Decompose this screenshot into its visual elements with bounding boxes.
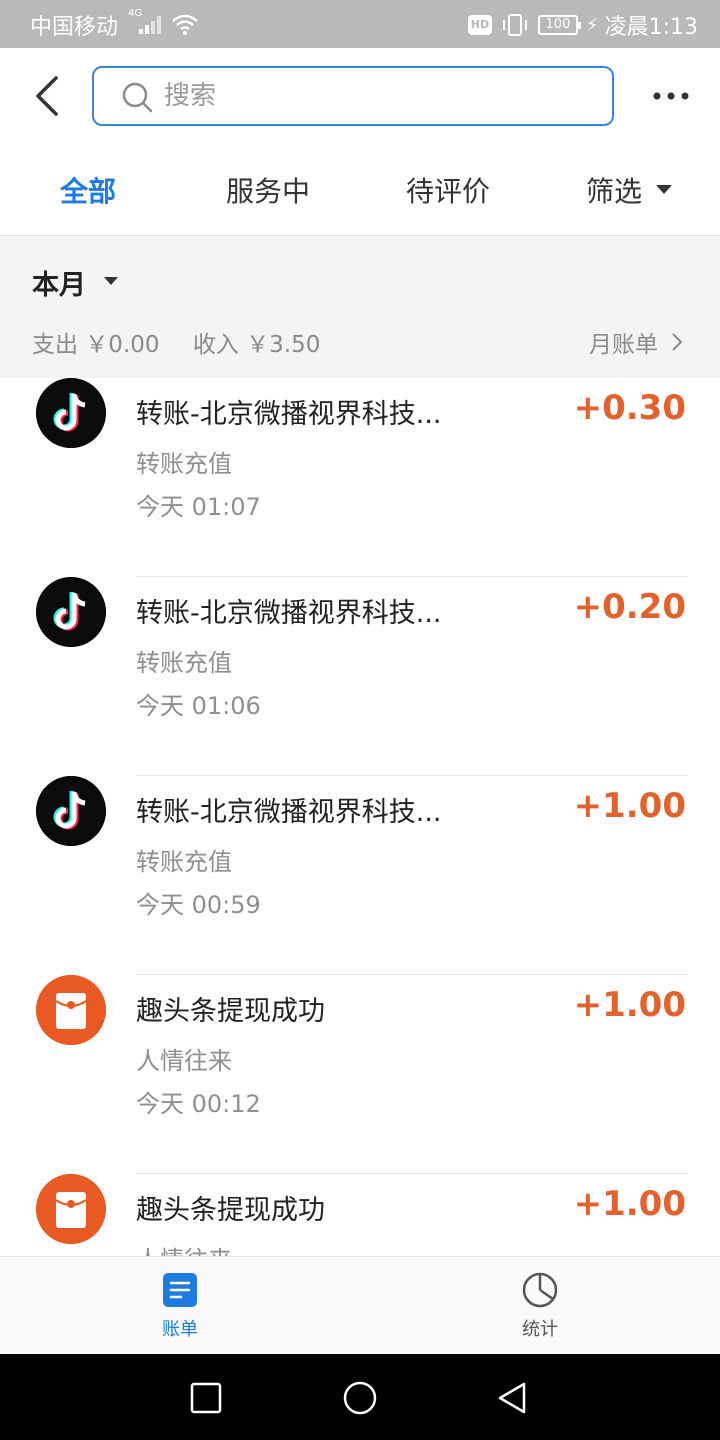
status-bar: 中国移动 4G HD 100 ⚡ 凌晨1:13 <box>0 0 720 48</box>
transaction-amount: +1.00 <box>573 1184 686 1224</box>
transaction-amount: +1.00 <box>573 786 686 826</box>
expense-total: 支出 ￥0.00 <box>32 332 160 358</box>
clock: 凌晨1:13 <box>604 15 698 40</box>
recent-apps-icon[interactable] <box>186 1378 226 1418</box>
summary-totals: 支出 ￥0.00 收入 ￥3.50 <box>32 325 346 359</box>
pie-chart-icon <box>522 1272 558 1308</box>
transaction-item[interactable]: 趣头条提现成功 人情往来 今天 00:12 +1.00 <box>0 975 720 1174</box>
transaction-category: 转账充值 <box>136 450 232 478</box>
transaction-time: 今天 01:06 <box>136 692 261 720</box>
transaction-category: 转账充值 <box>136 848 232 876</box>
transaction-amount: +0.30 <box>573 388 686 428</box>
back-triangle-icon[interactable] <box>492 1378 532 1418</box>
transaction-category: 人情往来 <box>136 1047 232 1075</box>
chevron-right-icon <box>672 333 683 351</box>
tiktok-icon <box>36 577 106 647</box>
transaction-category: 人情往来 <box>136 1240 232 1256</box>
transaction-item[interactable]: 转账-北京微播视界科技... 转账充值 今天 01:06 +0.20 <box>0 577 720 776</box>
transaction-amount: +1.00 <box>573 985 686 1025</box>
search-input[interactable] <box>164 76 584 116</box>
transaction-time: 今天 01:07 <box>136 493 261 521</box>
transaction-title: 转账-北京微播视界科技... <box>136 399 442 430</box>
search-icon <box>122 82 153 113</box>
tiktok-icon <box>36 776 106 846</box>
transaction-time: 今天 00:12 <box>136 1090 261 1118</box>
month-selector[interactable]: 本月 <box>32 263 86 302</box>
hd-badge: HD <box>467 15 492 35</box>
monthly-bill-link[interactable]: 月账单 <box>589 325 684 359</box>
transaction-title: 趣头条提现成功 <box>136 1195 325 1226</box>
vibrate-icon <box>502 14 527 36</box>
red-envelope-icon <box>36 975 106 1045</box>
caret-down-icon <box>656 185 672 194</box>
transaction-title: 转账-北京微播视界科技... <box>136 598 442 629</box>
transaction-item[interactable]: 转账-北京微播视界科技... 转账充值 今天 00:59 +1.00 <box>0 776 720 975</box>
transaction-time: 今天 00:59 <box>136 891 261 919</box>
tab-in-service[interactable]: 服务中 <box>226 170 310 210</box>
caret-down-icon <box>104 277 118 285</box>
bottom-nav: 账单 统计 <box>0 1256 720 1354</box>
transaction-title: 转账-北京微播视界科技... <box>136 797 442 828</box>
nav-stats-label: 统计 <box>522 1319 558 1340</box>
signal-icon <box>139 16 161 34</box>
transaction-category: 转账充值 <box>136 649 232 677</box>
header <box>0 48 720 142</box>
tab-pending-review[interactable]: 待评价 <box>406 170 490 210</box>
monthly-bill-label: 月账单 <box>589 332 658 358</box>
battery-icon: 100 <box>537 15 581 35</box>
home-icon[interactable] <box>340 1378 380 1418</box>
search-box[interactable] <box>92 66 614 126</box>
back-icon[interactable] <box>26 70 70 120</box>
nav-stats[interactable]: 统计 <box>500 1271 580 1347</box>
system-nav-bar <box>0 1354 720 1440</box>
tab-filter[interactable]: 筛选 <box>586 170 642 210</box>
more-icon[interactable] <box>648 76 694 116</box>
charging-icon: ⚡ <box>585 14 599 36</box>
month-summary: 本月 支出 ￥0.00 收入 ￥3.50 月账单 <box>0 237 720 378</box>
nav-bills-label: 账单 <box>162 1319 198 1340</box>
income-total: 收入 ￥3.50 <box>192 332 321 358</box>
tab-all[interactable]: 全部 <box>60 170 116 210</box>
transaction-item[interactable]: 趣头条提现成功 人情往来 +1.00 <box>0 1174 720 1256</box>
filter-tabs: 全部 服务中 待评价 筛选 <box>0 142 720 236</box>
transaction-item[interactable]: 转账-北京微播视界科技... 转账充值 今天 01:07 +0.30 <box>0 378 720 577</box>
bill-list-icon <box>163 1273 197 1307</box>
transaction-title: 趣头条提现成功 <box>136 996 325 1027</box>
tiktok-icon <box>36 378 106 448</box>
transaction-amount: +0.20 <box>573 587 686 627</box>
nav-bills[interactable]: 账单 <box>140 1271 220 1347</box>
wifi-icon <box>172 14 198 35</box>
carrier-label: 中国移动 <box>30 15 119 40</box>
transaction-list: 转账-北京微播视界科技... 转账充值 今天 01:07 +0.30 转账-北京… <box>0 378 720 1256</box>
red-envelope-icon <box>36 1174 106 1244</box>
